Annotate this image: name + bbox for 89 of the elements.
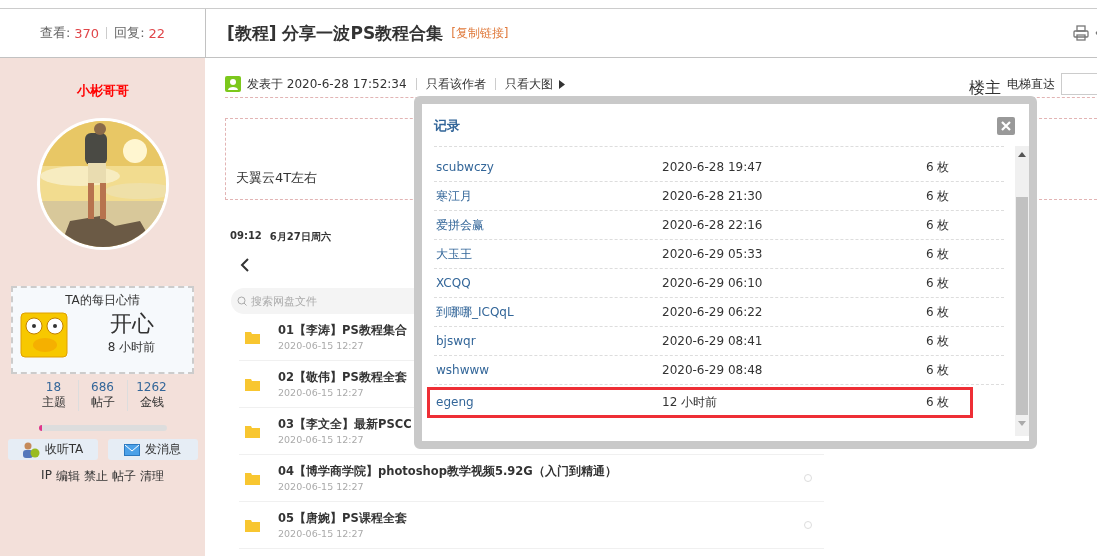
folder-icon <box>245 377 260 391</box>
record-amount: 6 枚 <box>926 393 950 411</box>
scroll-down-icon[interactable] <box>1018 421 1026 427</box>
admin-link[interactable]: IP <box>41 468 52 485</box>
stat-label: 金钱 <box>139 394 164 411</box>
record-time: 2020-6-29 06:22 <box>662 305 764 319</box>
record-time: 2020-6-28 19:47 <box>662 160 764 174</box>
record-amount: 6 枚 <box>926 216 950 234</box>
message-button[interactable]: 发消息 <box>107 439 198 460</box>
stat-label: 主题 <box>41 394 66 411</box>
dialog-title: 记录 <box>434 117 460 135</box>
user-link[interactable]: 大玉王 <box>434 245 662 263</box>
user-link[interactable]: egeng <box>434 395 662 409</box>
views-count: 370 <box>74 25 100 41</box>
scroll-up-icon[interactable] <box>1018 151 1026 157</box>
file-date: 2020-06-15 12:27 <box>278 387 364 398</box>
file-date: 2020-06-15 12:27 <box>278 528 364 539</box>
file-name: 01【李涛】PS教程集合 <box>278 323 407 338</box>
record-time: 2020-6-29 08:41 <box>662 334 764 348</box>
post-date: 发表于 2020-6-28 17:52:34 <box>247 75 407 93</box>
envelope-icon <box>124 443 140 456</box>
replies-count: 22 <box>148 25 166 41</box>
mood-time: 8 小时前 <box>107 339 156 356</box>
record-amount: 6 枚 <box>926 274 950 292</box>
jump-label: 电梯直达 <box>1007 75 1055 93</box>
admin-link[interactable]: 帖子 <box>111 468 136 485</box>
follow-button[interactable]: 收听TA <box>7 439 98 460</box>
floor-input[interactable] <box>1061 73 1097 95</box>
mood-icon <box>19 309 69 359</box>
folder-icon <box>245 330 260 344</box>
user-link[interactable]: 爱拼会赢 <box>434 216 662 234</box>
record-time: 12 小时前 <box>662 393 719 411</box>
status-time: 09:12 <box>230 230 262 243</box>
record-time: 2020-6-29 08:48 <box>662 363 764 377</box>
mood-title: TA的每日心情 <box>64 292 141 309</box>
file-name: 02【敬伟】PS教程全套 <box>278 370 407 385</box>
admin-link[interactable]: 禁止 <box>83 468 108 485</box>
replies-label: 回复: <box>114 24 145 42</box>
record-time: 2020-6-29 05:33 <box>662 247 764 261</box>
file-date: 2020-06-15 12:27 <box>278 340 364 351</box>
folder-icon <box>245 518 260 532</box>
user-icon <box>225 76 241 92</box>
user-link[interactable]: wshwww <box>434 363 662 377</box>
close-button[interactable] <box>997 117 1015 135</box>
user-link[interactable]: 寒江月 <box>434 187 662 205</box>
folder-icon <box>245 424 260 438</box>
file-row[interactable]: 05【唐婉】PS课程全套 2020-06-15 12:27 <box>239 502 824 549</box>
search-icon <box>237 296 247 306</box>
search-placeholder: 搜索网盘文件 <box>251 293 317 309</box>
mood-text: 开心 <box>109 310 154 338</box>
admin-link[interactable]: 清理 <box>139 468 164 485</box>
admin-link[interactable]: 编辑 <box>55 468 80 485</box>
thread-title: [教程] 分享一波PS教程合集 <box>227 21 444 45</box>
file-row[interactable]: 04【博学商学院】photoshop教学视频5.92G（入门到精通） 2020-06-15 12:27 <box>239 455 824 502</box>
user-link[interactable]: scubwczy <box>434 160 662 174</box>
stat-label: 帖子 <box>90 394 115 411</box>
user-link[interactable]: bjswqr <box>434 334 662 348</box>
stat-value[interactable]: 1262 <box>136 380 167 394</box>
file-date: 2020-06-15 12:27 <box>278 481 364 492</box>
user-link[interactable]: XCQQ <box>434 276 662 290</box>
close-icon <box>1001 121 1011 131</box>
views-label: 查看: <box>39 24 71 42</box>
record-amount: 6 枚 <box>926 245 950 263</box>
folder-icon <box>245 471 260 485</box>
stat-value[interactable]: 686 <box>91 380 114 394</box>
record-time: 2020-6-29 06:10 <box>662 276 764 290</box>
floor-label: 楼主 <box>969 77 1001 99</box>
record-amount: 6 枚 <box>926 361 950 379</box>
file-name: 05【唐婉】PS课程全套 <box>278 511 407 526</box>
record-time: 2020-6-28 22:16 <box>662 218 764 232</box>
people-icon <box>21 441 40 458</box>
scrollbar[interactable] <box>1015 146 1029 436</box>
record-amount: 6 枚 <box>926 332 950 350</box>
big-images-link[interactable]: 只看大图 <box>504 75 553 93</box>
stat-value[interactable]: 18 <box>45 380 62 394</box>
record-amount: 6 枚 <box>926 303 950 321</box>
user-link[interactable]: 到哪哪_ICQqL <box>434 303 662 321</box>
author-only-link[interactable]: 只看该作者 <box>425 75 486 93</box>
file-date: 2020-06-15 12:27 <box>278 434 364 445</box>
back-icon[interactable] <box>240 258 250 272</box>
record-time: 2020-6-28 21:30 <box>662 189 764 203</box>
post-text: 天翼云4T左右 <box>236 169 318 187</box>
file-name: 03【李文全】最新PSCC <box>278 417 412 432</box>
status-date: 6月27日周六 <box>269 230 331 244</box>
play-icon <box>558 79 565 89</box>
file-name: 04【博学商学院】photoshop教学视频5.92G（入门到精通） <box>278 464 617 479</box>
record-amount: 6 枚 <box>926 158 950 176</box>
record-amount: 6 枚 <box>926 187 950 205</box>
printer-icon[interactable] <box>1073 25 1089 41</box>
